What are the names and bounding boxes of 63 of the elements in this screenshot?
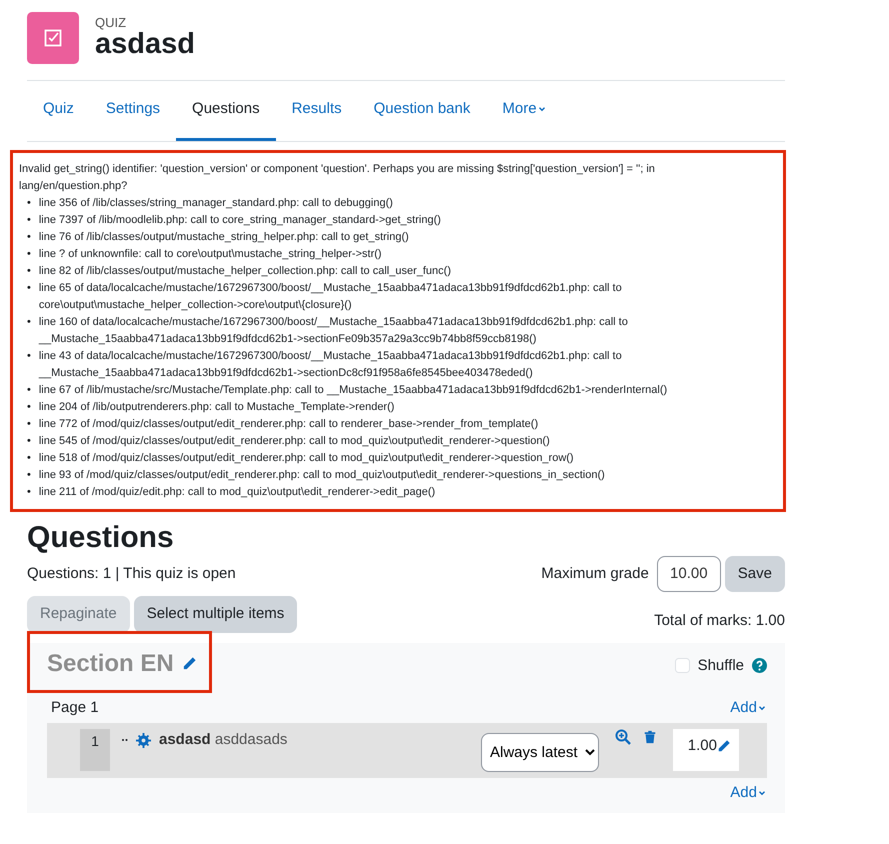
nav-tab[interactable]: Question bank bbox=[358, 81, 486, 140]
bullet-mark: • bbox=[27, 348, 31, 364]
pencil-icon[interactable] bbox=[717, 739, 731, 754]
section-title: Section EN bbox=[47, 648, 174, 678]
bullet-mark: • bbox=[27, 212, 31, 228]
quiz-status: Questions: 1 | This quiz is open bbox=[27, 564, 236, 584]
activity-type-label: QUIZ bbox=[95, 16, 128, 29]
debug-message: Invalid get_string() identifier: 'question_version' or component 'question'. Perhaps you are missing $string['question_version'] = ''; in lang/en/question.php? bbox=[19, 162, 656, 194]
stack-trace-line: line 76 of /lib/classes/output/mustache_string_helper.php: call to get_string() bbox=[38, 230, 409, 244]
stack-trace-line: line 65 of data/localcache/mustache/1672967300/boost/__Mustache_15aabba471adaca13bb91f9dfdcd62b1.php: call to core\output\mustache_helper_collection->core\output\{closure}() bbox=[38, 280, 623, 312]
save-button[interactable]: Save bbox=[724, 556, 785, 592]
stack-trace-line: line 7397 of /lib/moodlelib.php: call to core_string_manager_standard->get_string() bbox=[38, 212, 441, 228]
bullet-mark: • bbox=[27, 280, 31, 296]
page-label: Page 1 bbox=[51, 698, 99, 718]
version-select[interactable]: Always latest bbox=[481, 733, 599, 772]
stack-trace-line: line 545 of /mod/quiz/classes/output/edit_renderer.php: call to mod_quiz\output\edit_renderer->question() bbox=[38, 434, 550, 448]
bullet-mark: • bbox=[27, 382, 31, 398]
quiz-title: asdasd bbox=[95, 28, 195, 60]
bullet-mark: • bbox=[27, 400, 31, 414]
max-grade-field[interactable]: 10.00 bbox=[656, 556, 721, 592]
help-icon[interactable] bbox=[752, 658, 767, 674]
bullet-mark: • bbox=[27, 264, 31, 278]
gear-icon[interactable] bbox=[136, 732, 151, 748]
add-menu-link[interactable]: Add bbox=[730, 782, 767, 804]
bullet-mark: • bbox=[27, 484, 31, 500]
bullet-mark: • bbox=[27, 434, 31, 448]
stack-trace-line: line 43 of data/localcache/mustache/1672967300/boost/__Mustache_15aabba471adaca13bb91f9dfdcd62b1.php: call to __Mustache_15aabba471adaca13bb91f9dfdcd62b1->sectionDc8cf91f958a6fe8545bee403478eded() bbox=[38, 348, 623, 380]
checkbox-icon bbox=[43, 28, 63, 48]
bullet-mark: • bbox=[27, 314, 31, 330]
page-heading: Questions bbox=[27, 520, 175, 556]
stack-trace-line: line ? of unknownfile: call to core\output\mustache_string_helper->str() bbox=[38, 246, 382, 262]
nav-tab[interactable]: Questions bbox=[176, 81, 276, 140]
question-name: asdasd asddasads bbox=[159, 730, 288, 750]
nav-tab[interactable]: Settings bbox=[90, 81, 176, 140]
shuffle-label: Shuffle bbox=[698, 656, 744, 676]
question-number: 1 bbox=[80, 729, 110, 771]
bullet-mark: • bbox=[27, 416, 31, 432]
nav-tab[interactable]: More bbox=[486, 81, 563, 140]
trash-icon[interactable] bbox=[643, 729, 657, 745]
bullet-mark: • bbox=[27, 450, 31, 466]
bullet-mark: • bbox=[27, 468, 31, 482]
stack-trace-line: line 67 of /lib/mustache/src/Mustache/Template.php: call to __Mustache_15aabba471adaca13bb91f9dfdcd62b1->renderInternal() bbox=[38, 382, 668, 398]
max-grade-label: Maximum grade bbox=[541, 564, 649, 584]
nav-tab[interactable]: Quiz bbox=[27, 81, 90, 140]
nav-tab[interactable]: Results bbox=[276, 81, 358, 140]
bullet-mark: • bbox=[27, 230, 31, 244]
stack-trace-line: line 772 of /mod/quiz/classes/output/edit_renderer.php: call to renderer_base->render_from_template() bbox=[38, 416, 538, 432]
zoom-icon[interactable] bbox=[615, 729, 631, 745]
stack-trace-line: line 82 of /lib/classes/output/mustache_helper_collection.php: call to call_user_func() bbox=[38, 264, 451, 278]
pencil-icon[interactable] bbox=[182, 656, 197, 671]
add-menu-link[interactable]: Add bbox=[730, 696, 767, 719]
bullet-mark: • bbox=[27, 196, 31, 210]
stack-trace-line: line 356 of /lib/classes/string_manager_standard.php: call to debugging() bbox=[38, 196, 393, 210]
mark-value: 1.00 bbox=[688, 737, 717, 754]
stack-trace-line: line 93 of /mod/quiz/classes/output/edit_renderer.php: call to mod_quiz\output\edit_renderer->questions_in_section() bbox=[38, 468, 605, 482]
action-button[interactable]: Select multiple items bbox=[134, 596, 298, 632]
bullet-mark: • bbox=[27, 246, 31, 262]
stack-trace-line: line 160 of data/localcache/mustache/1672967300/boost/__Mustache_15aabba471adaca13bb91f9dfdcd62b1.php: call to __Mustache_15aabba471adaca13bb91f9dfdcd62b1->sectionFe09b357a29a3cc9b74bb8f59ccb8198() bbox=[38, 314, 629, 346]
stack-trace-line: line 518 of /mod/quiz/classes/output/edit_renderer.php: call to mod_quiz\output\edit_renderer->question_row() bbox=[38, 450, 574, 466]
stack-trace-line: line 211 of /mod/quiz/edit.php: call to mod_quiz\output\edit_renderer->edit_page() bbox=[38, 484, 436, 500]
total-marks: Total of marks: 1.00 bbox=[654, 611, 785, 631]
stack-trace-line: line 204 of /lib/outputrenderers.php: call to Mustache_Template->render() bbox=[38, 400, 394, 414]
shuffle-checkbox[interactable] bbox=[674, 658, 690, 674]
